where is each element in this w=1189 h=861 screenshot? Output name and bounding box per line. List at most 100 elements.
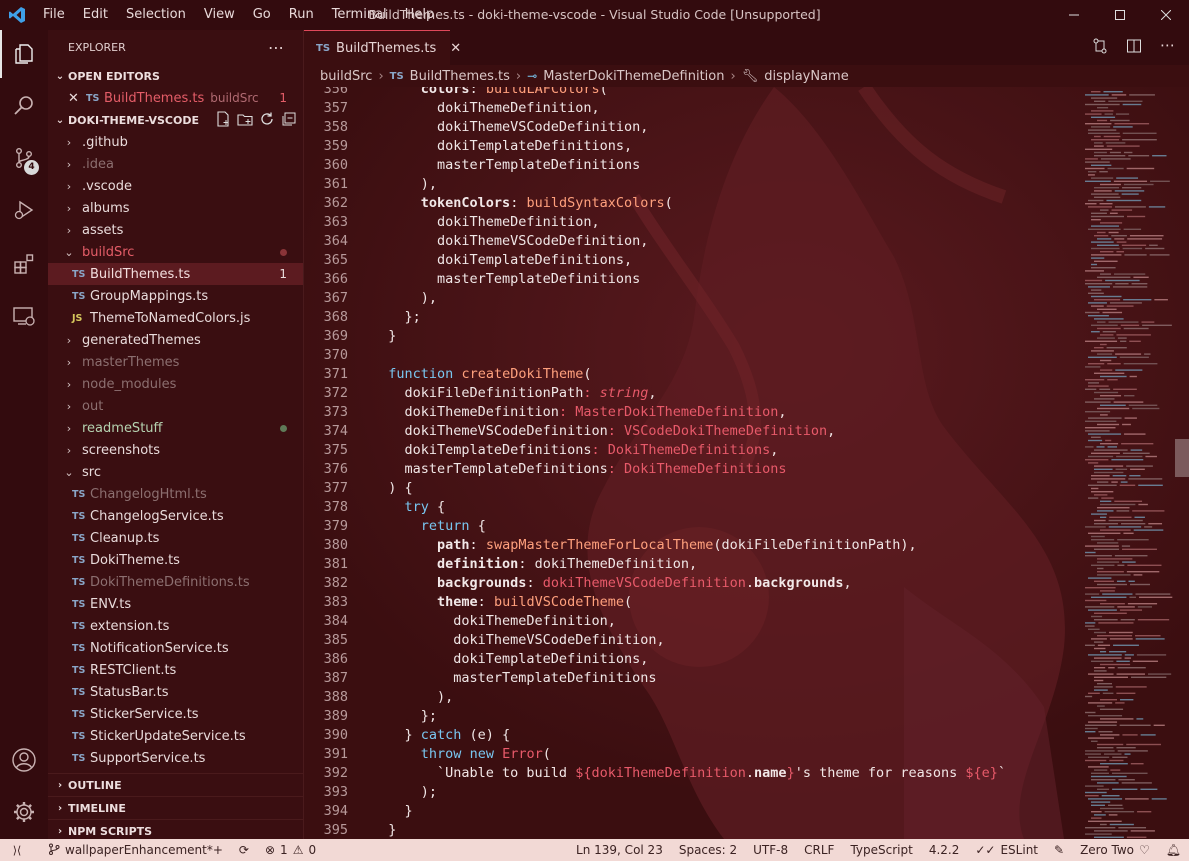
collapse-all-icon[interactable] <box>281 111 297 130</box>
line-ending[interactable]: CRLF <box>796 843 842 857</box>
code-token: ) { <box>372 480 413 496</box>
run-debug-icon[interactable] <box>0 186 48 234</box>
file-item[interactable]: TS StatusBar.ts <box>48 681 303 703</box>
code-token: return <box>420 518 470 534</box>
breadcrumb-file[interactable]: BuildThemes.ts <box>410 69 510 84</box>
branch-indicator[interactable]: wallpaperEnhancement*+ <box>34 843 231 858</box>
search-icon[interactable] <box>0 81 48 129</box>
file-item[interactable]: TS ChangelogHtml.ts <box>48 483 303 505</box>
menu-item-selection[interactable]: Selection <box>117 0 195 30</box>
extensions-icon[interactable] <box>0 240 48 288</box>
file-item[interactable]: JS ThemeToNamedColors.js <box>48 307 303 329</box>
menu-item-help[interactable]: Help <box>396 0 444 30</box>
file-item[interactable]: TS ChangelogService.ts <box>48 505 303 527</box>
file-item[interactable]: TS NotificationService.ts <box>48 637 303 659</box>
notifications-bell-icon[interactable]: 🔔︎ <box>1158 843 1189 857</box>
breadcrumb-property[interactable]: displayName <box>764 69 849 84</box>
code-token: : <box>607 461 624 477</box>
source-control-icon[interactable]: 4 <box>0 134 48 182</box>
file-item[interactable]: TS DokiThemeDefinitions.ts <box>48 571 303 593</box>
explorer-icon[interactable] <box>0 30 48 78</box>
vertical-scrollbar[interactable] <box>1175 439 1189 477</box>
menu-item-terminal[interactable]: Terminal <box>323 0 396 30</box>
language-mode[interactable]: TypeScript <box>842 843 920 857</box>
typescript-icon: TS <box>72 708 86 720</box>
menu-item-run[interactable]: Run <box>280 0 323 30</box>
maximize-icon[interactable] <box>1097 0 1143 30</box>
new-folder-icon[interactable] <box>237 111 253 130</box>
remote-indicator[interactable]: ⟩⟨ <box>0 844 34 857</box>
folder-item[interactable]: › screenshots <box>48 439 303 461</box>
feedback-icon[interactable]: ✎ <box>1046 843 1072 857</box>
file-item[interactable]: TS BuildThemes.ts 1 <box>48 263 303 285</box>
file-item[interactable]: TS Cleanup.ts <box>48 527 303 549</box>
tree-item-label: StickerService.ts <box>90 706 199 722</box>
eslint-status[interactable]: ✓✓ ESLint <box>967 843 1046 857</box>
file-item[interactable]: TS StickerService.ts <box>48 703 303 725</box>
folder-item[interactable]: › .github <box>48 131 303 153</box>
file-item[interactable]: TS DokiTheme.ts <box>48 549 303 571</box>
close-tab-icon[interactable]: ✕ <box>450 41 461 56</box>
tree-item-label: extension.ts <box>90 618 170 634</box>
code-line: 376 masterTemplateDefinitions: DokiTheme… <box>304 460 1006 479</box>
menu-item-view[interactable]: View <box>195 0 244 30</box>
folder-item[interactable]: › node_modules <box>48 373 303 395</box>
file-item[interactable]: TS SupportService.ts <box>48 747 303 769</box>
menu-item-go[interactable]: Go <box>244 0 280 30</box>
refresh-icon[interactable] <box>259 111 275 130</box>
folder-item[interactable]: › generatedThemes <box>48 329 303 351</box>
folder-item[interactable]: ⌄ buildSrc <box>48 241 303 263</box>
file-item[interactable]: TS GroupMappings.ts <box>48 285 303 307</box>
folder-item[interactable]: › readmeStuff <box>48 417 303 439</box>
timeline-section[interactable]: › TIMELINE <box>48 796 303 819</box>
code-line: 374 dokiThemeVSCodeDefinition: VSCodeDok… <box>304 422 1006 441</box>
breadcrumb-folder[interactable]: buildSrc <box>320 69 372 84</box>
code-line: 366 masterTemplateDefinitions <box>304 270 1006 289</box>
problems-indicator[interactable]: ⊗ 1 ⚠︎ 0 <box>257 843 324 857</box>
close-icon[interactable]: ✕ <box>68 91 86 106</box>
close-icon[interactable] <box>1143 0 1189 30</box>
more-actions-icon[interactable]: ⋯ <box>268 38 285 57</box>
split-editor-icon[interactable] <box>1126 38 1142 58</box>
menu-item-file[interactable]: File <box>34 0 74 30</box>
theme-indicator[interactable]: Zero Two ♡ <box>1072 843 1158 857</box>
breadcrumb-symbol[interactable]: MasterDokiThemeDefinition <box>543 69 724 84</box>
encoding[interactable]: UTF-8 <box>745 843 796 857</box>
folder-item[interactable]: › masterThemes <box>48 351 303 373</box>
ts-version[interactable]: 4.2.2 <box>921 843 968 857</box>
sync-icon[interactable]: ⟳ <box>231 843 257 857</box>
minimize-icon[interactable] <box>1051 0 1097 30</box>
cursor-position[interactable]: Ln 139, Col 23 <box>568 843 671 857</box>
code-editor[interactable]: 356 colors: buildLAFColors(357 dokiTheme… <box>304 87 1189 839</box>
folder-item[interactable]: › albums <box>48 197 303 219</box>
outline-section[interactable]: › OUTLINE <box>48 773 303 796</box>
chevron-right-icon: › <box>66 135 72 149</box>
more-actions-icon[interactable]: ⋯ <box>1160 38 1175 58</box>
code-token: Error <box>502 746 543 762</box>
file-item[interactable]: TS StickerUpdateService.ts <box>48 725 303 747</box>
open-editor-item[interactable]: ✕ TS BuildThemes.ts buildSrc 1 <box>48 87 303 109</box>
explorer-title: EXPLORER <box>68 41 126 54</box>
typescript-icon: TS <box>72 576 86 588</box>
folder-item[interactable]: › .idea <box>48 153 303 175</box>
open-editors-section[interactable]: ⌄ OPEN EDITORS <box>48 65 303 87</box>
folder-item[interactable]: › .vscode <box>48 175 303 197</box>
new-file-icon[interactable] <box>215 111 231 130</box>
file-item[interactable]: TS RESTClient.ts <box>48 659 303 681</box>
menu-item-edit[interactable]: Edit <box>74 0 117 30</box>
folder-item[interactable]: ⌄ src <box>48 461 303 483</box>
remote-explorer-icon[interactable] <box>0 292 48 340</box>
minimap[interactable] <box>1085 87 1175 839</box>
folder-item[interactable]: › assets <box>48 219 303 241</box>
editor-tab[interactable]: TS BuildThemes.ts ✕ <box>304 30 461 65</box>
open-changes-icon[interactable] <box>1092 38 1108 58</box>
folder-item[interactable]: › out <box>48 395 303 417</box>
code-token: colors <box>420 87 470 97</box>
file-item[interactable]: TS extension.ts <box>48 615 303 637</box>
settings-gear-icon[interactable] <box>0 788 48 836</box>
vscode-logo-icon <box>0 0 34 30</box>
file-item[interactable]: TS ENV.ts <box>48 593 303 615</box>
accounts-icon[interactable] <box>0 736 48 784</box>
indentation[interactable]: Spaces: 2 <box>671 843 745 857</box>
workspace-section[interactable]: ⌄ DOKI-THEME-VSCODE <box>48 109 303 131</box>
